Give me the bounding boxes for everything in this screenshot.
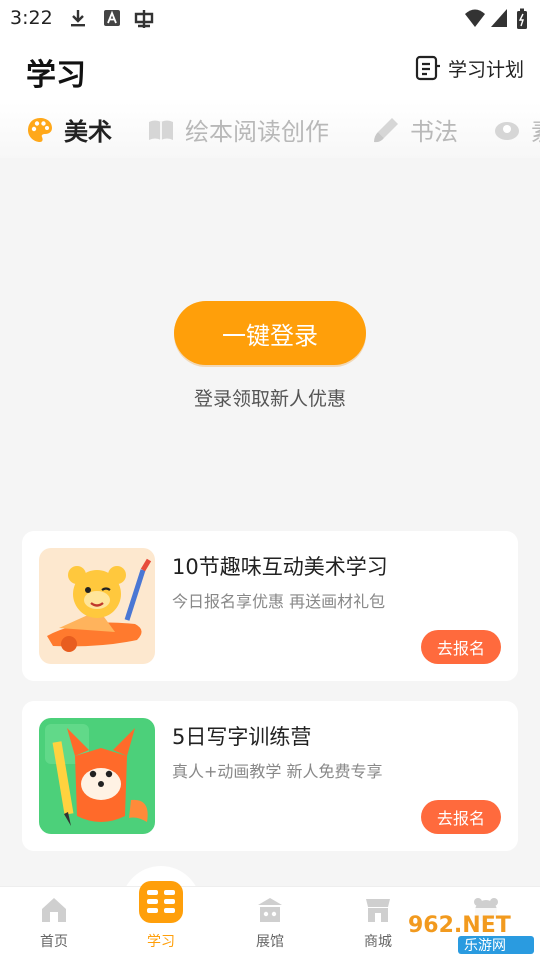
battery-icon [517, 8, 527, 29]
tab-label: 书法 [410, 118, 458, 146]
store-icon [366, 899, 390, 922]
tab-label: 美术 [64, 118, 112, 146]
nav-label: 首页 [40, 934, 68, 950]
nav-label: 展馆 [256, 934, 284, 950]
page-title: 学习 [26, 58, 86, 93]
login-tip: 登录领取新人优惠 [193, 388, 346, 410]
tab-calligraphy[interactable]: 书法 [372, 112, 458, 147]
status-time: 3:22 [10, 7, 53, 29]
tab-label: 素 [531, 112, 540, 147]
tab-art[interactable]: 美术 [26, 112, 112, 147]
course-subtitle: 今日报名享优惠 再送画材礼包 [172, 592, 386, 611]
study-icon [139, 881, 183, 923]
status-bar: 3:22 [0, 0, 540, 36]
course-title: 10节趣味互动美术学习 [172, 555, 388, 579]
tab-picture-book[interactable]: 绘本阅读创作 [147, 112, 329, 147]
tab-more[interactable]: 素 [493, 112, 540, 147]
gallery-icon [258, 898, 282, 922]
course-thumbnail [39, 718, 155, 834]
download-icon [71, 10, 85, 27]
category-tabs: 美术 绘本阅读创作 书法 素 [0, 102, 540, 158]
nav-gallery[interactable]: 展馆 [230, 887, 310, 961]
enroll-button[interactable]: 去报名 [421, 630, 501, 664]
bear-plane-illustration [39, 548, 155, 664]
svg-text:962.NET: 962.NET [408, 913, 511, 938]
course-thumbnail [39, 548, 155, 664]
course-card[interactable]: 5日写字训练营 真人+动画教学 新人免费专享 去报名 [22, 701, 518, 851]
svg-text:乐游网: 乐游网 [464, 938, 506, 954]
brush-icon [374, 117, 398, 142]
study-plan-button[interactable]: 学习计划 [414, 54, 524, 82]
one-click-login-button[interactable]: 一键登录 [174, 301, 366, 365]
header: 学习 学习计划 [0, 36, 540, 102]
course-title: 5日写字训练营 [172, 725, 312, 749]
nav-home[interactable]: 首页 [14, 887, 94, 961]
wifi-icon [465, 9, 485, 27]
enroll-button[interactable]: 去报名 [421, 800, 501, 834]
more-tab-icon [495, 121, 519, 140]
tab-label: 绘本阅读创作 [185, 118, 329, 146]
palette-icon [28, 117, 52, 142]
fox-pencil-illustration [39, 718, 155, 834]
signal-icon [491, 9, 507, 27]
site-watermark: 962.NET 乐游网 [400, 908, 538, 956]
nav-study[interactable]: 学习 [121, 881, 201, 961]
font-app-icon [104, 10, 120, 26]
bug-app-icon [134, 10, 154, 28]
book-icon [149, 120, 173, 140]
plan-icon [415, 55, 440, 81]
nav-label: 学习 [147, 934, 175, 950]
home-icon [42, 898, 66, 922]
course-card[interactable]: 10节趣味互动美术学习 今日报名享优惠 再送画材礼包 去报名 [22, 531, 518, 681]
course-subtitle: 真人+动画教学 新人免费专享 [172, 762, 383, 781]
study-plan-label: 学习计划 [447, 58, 524, 81]
